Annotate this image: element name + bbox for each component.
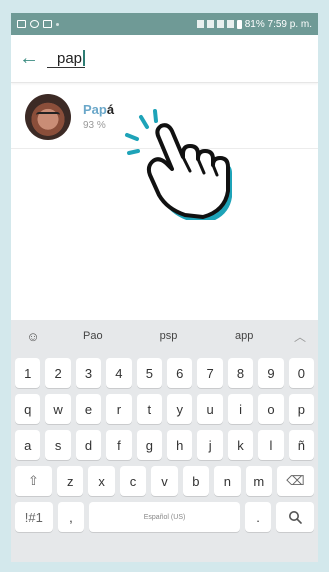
search-icon[interactable]	[276, 502, 315, 532]
key-n-tilde[interactable]: ñ	[288, 430, 315, 460]
signal-icon	[226, 20, 234, 28]
key-w[interactable]: w	[45, 394, 71, 424]
name-match-highlight: Pap	[83, 102, 107, 117]
battery-icon	[236, 19, 242, 29]
key-z[interactable]: z	[57, 466, 84, 496]
text-cursor	[83, 49, 85, 66]
key-row-middle: a s d f g h j k l ñ	[11, 430, 318, 460]
keyboard: ☺ Pao psp app ︿ 1 2 3 4 5 6 7 8 9 0 q w	[11, 320, 318, 562]
key-y[interactable]: y	[167, 394, 193, 424]
avatar	[25, 93, 71, 140]
key-g[interactable]: g	[136, 430, 163, 460]
key-x[interactable]: x	[88, 466, 115, 496]
key-t[interactable]: t	[136, 394, 163, 424]
key-5[interactable]: 5	[136, 358, 163, 388]
shift-icon[interactable]: ⇧	[15, 466, 52, 496]
key-c[interactable]: c	[119, 466, 147, 496]
key-i[interactable]: i	[227, 394, 254, 424]
key-u[interactable]: u	[197, 394, 223, 424]
wifi-icon	[216, 20, 224, 28]
key-l[interactable]: l	[258, 430, 284, 460]
key-6[interactable]: 6	[167, 358, 193, 388]
suggestion-2[interactable]: psp	[131, 330, 207, 342]
phone-screen: 81% 7:59 p. m. ← pap Papá 93 % ☺ Pao psp	[11, 13, 318, 562]
key-a[interactable]: a	[15, 430, 41, 460]
period-key[interactable]: .	[244, 502, 272, 532]
video-icon	[43, 20, 52, 28]
suggestion-3[interactable]: app	[206, 330, 282, 342]
key-n[interactable]: n	[214, 466, 241, 496]
more-notifications-icon	[56, 22, 59, 26]
search-input[interactable]: pap	[47, 49, 85, 68]
key-1[interactable]: 1	[15, 358, 41, 388]
key-q[interactable]: q	[15, 394, 41, 424]
back-arrow-icon[interactable]: ←	[11, 35, 47, 83]
key-p[interactable]: p	[288, 394, 315, 424]
whatsapp-icon	[30, 20, 39, 28]
symbols-key[interactable]: !#1	[15, 502, 53, 532]
space-bar[interactable]: Español (US)	[89, 502, 240, 532]
key-d[interactable]: d	[75, 430, 102, 460]
key-b[interactable]: b	[182, 466, 210, 496]
key-4[interactable]: 4	[106, 358, 132, 388]
gallery-icon	[17, 20, 26, 28]
key-r[interactable]: r	[106, 394, 132, 424]
suggestion-bar: ☺ Pao psp app ︿	[11, 320, 318, 352]
key-7[interactable]: 7	[197, 358, 223, 388]
key-o[interactable]: o	[258, 394, 284, 424]
key-row-top: q w e r t y u i o p	[11, 394, 318, 424]
search-query: pap	[57, 49, 83, 67]
key-2[interactable]: 2	[45, 358, 71, 388]
comma-key[interactable]: ,	[57, 502, 85, 532]
key-k[interactable]: k	[227, 430, 254, 460]
key-h[interactable]: h	[167, 430, 193, 460]
status-bar: 81% 7:59 p. m.	[11, 13, 318, 35]
status-text: 81% 7:59 p. m.	[244, 18, 312, 30]
key-row-bottom: ⇧ z x c v b n m ⌫	[11, 466, 318, 496]
key-v[interactable]: v	[151, 466, 178, 496]
key-s[interactable]: s	[45, 430, 71, 460]
emoji-icon[interactable]: ☺	[11, 329, 55, 344]
suggestion-1[interactable]: Pao	[55, 330, 131, 342]
search-bar: ← pap	[11, 35, 318, 83]
key-9[interactable]: 9	[258, 358, 284, 388]
screenshot-frame: 81% 7:59 p. m. ← pap Papá 93 % ☺ Pao psp	[0, 0, 329, 572]
key-m[interactable]: m	[245, 466, 272, 496]
key-0[interactable]: 0	[288, 358, 315, 388]
vibrate-icon	[206, 20, 214, 28]
nfc-icon	[196, 20, 204, 28]
backspace-icon[interactable]: ⌫	[276, 466, 314, 496]
key-row-numbers: 1 2 3 4 5 6 7 8 9 0	[11, 358, 318, 388]
key-row-space: !#1 , Español (US) .	[11, 502, 318, 532]
key-f[interactable]: f	[106, 430, 132, 460]
key-j[interactable]: j	[197, 430, 223, 460]
key-3[interactable]: 3	[75, 358, 102, 388]
chevron-up-icon[interactable]: ︿	[282, 328, 318, 345]
key-8[interactable]: 8	[227, 358, 254, 388]
tap-hand-icon	[125, 109, 232, 220]
key-e[interactable]: e	[75, 394, 102, 424]
